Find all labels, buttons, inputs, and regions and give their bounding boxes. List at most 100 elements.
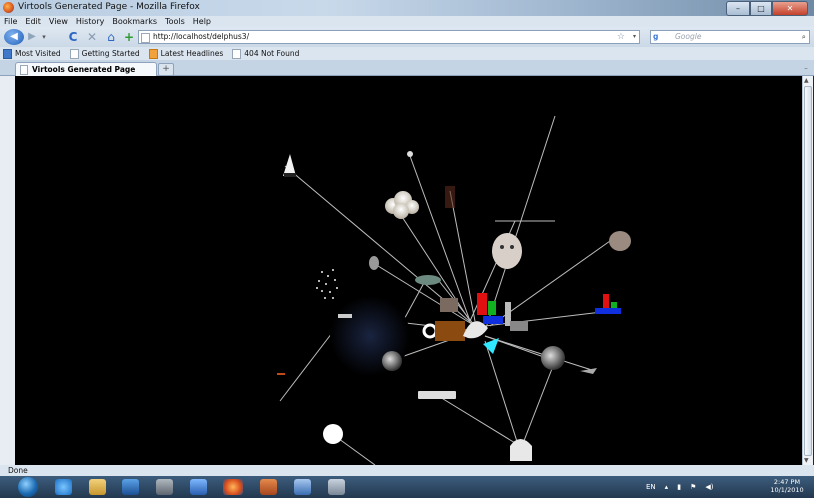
- red-block-right: [603, 294, 609, 309]
- internet-explorer-icon[interactable]: [55, 479, 72, 495]
- system-tray: EN ▴ ▮ ⚑ ◀): [646, 480, 722, 494]
- app-icon[interactable]: [260, 479, 277, 495]
- google-icon[interactable]: g: [653, 31, 658, 43]
- egg-object: [369, 256, 379, 270]
- blue-block: [483, 316, 503, 324]
- start-button[interactable]: [18, 477, 38, 497]
- white-ring: [422, 323, 438, 339]
- menu-history[interactable]: History: [72, 16, 108, 27]
- round-head-object: [609, 231, 631, 251]
- particle-sphere: [316, 269, 338, 299]
- bookmark-getting-started[interactable]: Getting Started: [67, 47, 140, 60]
- url-bar[interactable]: http://localhost/delphus3/ ☆ ▾: [138, 30, 640, 44]
- media-player-icon[interactable]: [122, 479, 139, 495]
- page-icon: [141, 33, 150, 43]
- bookmark-404[interactable]: 404 Not Found: [229, 47, 299, 60]
- search-bar[interactable]: g Google ⌕: [650, 30, 810, 44]
- taskbar: EN ▴ ▮ ⚑ ◀) 2:47 PM 10/1/2010: [0, 476, 814, 498]
- url-text[interactable]: http://localhost/delphus3/: [153, 31, 249, 43]
- history-dropdown-icon[interactable]: ▾: [40, 29, 48, 45]
- scene-objects: [277, 151, 631, 461]
- system-clock[interactable]: 2:47 PM 10/1/2010: [764, 478, 810, 494]
- flag-icon[interactable]: ⚑: [690, 483, 696, 491]
- page-icon: [20, 65, 28, 75]
- page-icon: [69, 48, 79, 59]
- blue-slab-right: [595, 308, 621, 314]
- search-icon[interactable]: ⌕: [802, 31, 806, 43]
- bookmark-most-visited[interactable]: Most Visited: [0, 47, 61, 60]
- app-icon[interactable]: [190, 479, 207, 495]
- tab-label: Virtools Generated Page: [32, 65, 136, 74]
- status-bar: Done: [0, 465, 814, 476]
- tab-bar: Virtools Generated Page + –: [0, 60, 814, 76]
- firefox-icon: [3, 2, 14, 13]
- url-dropdown-icon[interactable]: ▾: [633, 31, 636, 43]
- scroll-thumb[interactable]: [804, 86, 812, 456]
- menu-file[interactable]: File: [0, 16, 21, 27]
- search-input[interactable]: Google: [675, 31, 701, 43]
- flat-plate: [338, 314, 352, 318]
- cone-base: [284, 173, 296, 177]
- bookmark-label: Getting Started: [81, 49, 140, 58]
- browser-window: Virtools Generated Page - Mozilla Firefo…: [0, 0, 814, 498]
- connection-line: [484, 310, 611, 327]
- app-icon[interactable]: [294, 479, 311, 495]
- bookmark-label: 404 Not Found: [244, 49, 300, 58]
- back-button[interactable]: ◀: [4, 29, 24, 45]
- clock-time: 2:47 PM: [773, 478, 801, 486]
- tab-list-icon[interactable]: –: [801, 63, 811, 74]
- scroll-down-icon[interactable]: ▼: [804, 457, 809, 464]
- wooden-crate: [435, 321, 465, 341]
- dark-lantern: [445, 186, 455, 208]
- app-icon[interactable]: [328, 479, 345, 495]
- connection-lines: [279, 115, 611, 465]
- navigation-toolbar: ◀ ▶ ▾ C ✕ ⌂ + http://localhost/delphus3/…: [0, 27, 814, 47]
- tab-virtools[interactable]: Virtools Generated Page: [15, 62, 157, 76]
- red-block: [477, 293, 487, 315]
- gray-slab: [510, 321, 528, 331]
- stop-button[interactable]: ✕: [85, 29, 99, 45]
- virtools-3d-scene[interactable]: [15, 76, 802, 465]
- connection-line: [484, 115, 556, 332]
- close-button[interactable]: ✕: [772, 1, 808, 16]
- menu-bookmarks[interactable]: Bookmarks: [108, 16, 161, 27]
- gray-sphere-left: [382, 351, 402, 371]
- connection-line: [484, 335, 596, 372]
- bookmarks-toolbar: Most Visited Getting Started Latest Head…: [0, 47, 814, 60]
- white-spiky-object: [323, 424, 343, 444]
- explorer-folder-icon[interactable]: [89, 479, 106, 495]
- window-controls: – □ ✕: [726, 1, 808, 16]
- connection-line: [434, 393, 521, 447]
- menu-edit[interactable]: Edit: [21, 16, 45, 27]
- new-tab-button[interactable]: +: [158, 63, 174, 76]
- clock-date: 10/1/2010: [770, 486, 804, 494]
- language-indicator[interactable]: EN: [646, 483, 656, 491]
- firefox-taskbar-icon[interactable]: [223, 479, 243, 495]
- cone-object: [283, 154, 296, 176]
- bookmark-latest-headlines[interactable]: Latest Headlines: [146, 47, 223, 60]
- scroll-up-icon[interactable]: ▲: [804, 77, 809, 84]
- reload-button[interactable]: C: [66, 29, 80, 45]
- app-icon[interactable]: [156, 479, 173, 495]
- add-bookmark-button[interactable]: +: [122, 29, 136, 45]
- cyan-triangle: [483, 338, 499, 354]
- small-ball: [407, 151, 413, 157]
- window-border: [0, 76, 15, 465]
- vertical-scrollbar[interactable]: ▲ ▼: [802, 76, 813, 465]
- green-block: [488, 301, 496, 315]
- maximize-button[interactable]: □: [750, 1, 772, 16]
- menu-help[interactable]: Help: [189, 16, 215, 27]
- green-cube-right: [611, 302, 617, 308]
- tray-arrow-icon[interactable]: ▴: [665, 483, 669, 491]
- home-button[interactable]: ⌂: [104, 29, 118, 45]
- network-icon[interactable]: ▮: [677, 483, 681, 491]
- most-visited-icon: [3, 48, 12, 59]
- bookmark-star-icon[interactable]: ☆: [617, 31, 625, 43]
- menu-view[interactable]: View: [45, 16, 72, 27]
- volume-icon[interactable]: ◀): [705, 483, 713, 491]
- status-text: Done: [8, 466, 28, 475]
- forward-button[interactable]: ▶: [26, 29, 38, 43]
- minimize-button[interactable]: –: [726, 1, 750, 16]
- menu-tools[interactable]: Tools: [161, 16, 189, 27]
- page-content[interactable]: [15, 76, 802, 465]
